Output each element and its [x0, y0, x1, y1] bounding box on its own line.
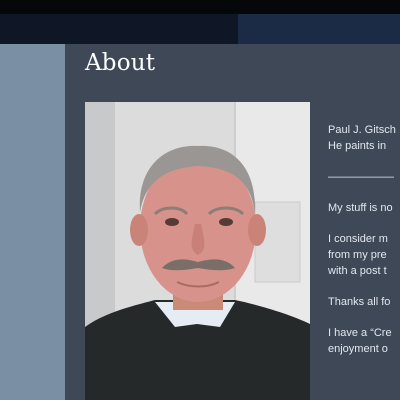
paragraph-line: I have a “Cre [328, 327, 392, 339]
sidebar [0, 44, 65, 400]
author-photo [85, 102, 310, 400]
page-title: About [85, 50, 156, 76]
paragraph-line: I consider m [328, 233, 388, 245]
paragraph-line: with a post t [328, 265, 387, 277]
text-divider: —————— [328, 171, 394, 183]
about-text: Paul J. Gitsch He paints in —————— My st… [328, 122, 400, 372]
nav-active-tab[interactable] [238, 14, 400, 44]
paragraph: My stuff is no [328, 202, 393, 214]
paragraph-line: from my pre [328, 249, 387, 261]
paragraph-line: enjoyment o [328, 343, 388, 355]
main-content: About Paul J. Gitsch He paints in ——————… [65, 44, 400, 400]
intro-line: He paints in [328, 140, 387, 152]
nav-bar [0, 14, 238, 44]
top-bar [0, 0, 400, 14]
paragraph: Thanks all fo [328, 296, 391, 308]
intro-line: Paul J. Gitsch [328, 124, 396, 136]
